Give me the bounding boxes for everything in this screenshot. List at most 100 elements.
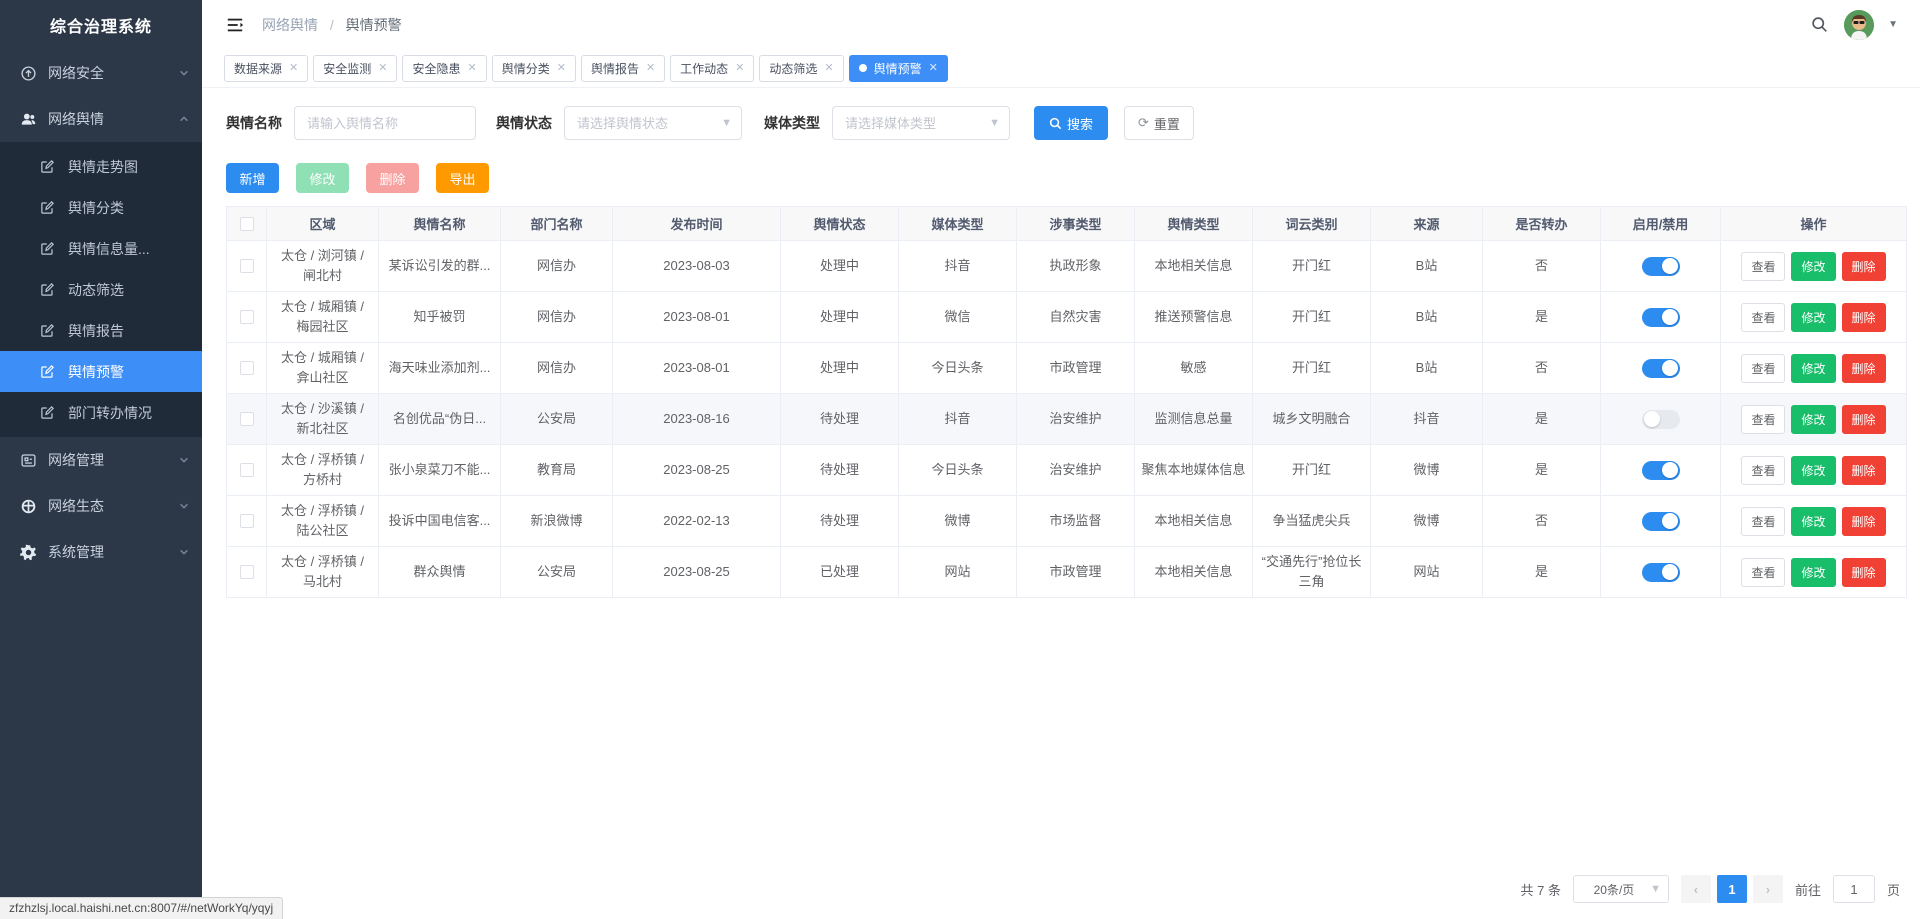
row-checkbox-cell <box>226 291 267 343</box>
tab-security-risk[interactable]: 安全隐患 ✕ <box>402 54 487 82</box>
pager: ‹ 1 › <box>1680 875 1783 903</box>
enable-toggle[interactable] <box>1641 256 1680 276</box>
row-edit-button[interactable]: 修改 <box>1791 455 1836 485</box>
tab-label: 舆情报告 <box>590 61 639 76</box>
breadcrumb-current: 舆情预警 <box>345 16 402 33</box>
reset-button[interactable]: ⟳ 重置 <box>1124 106 1194 140</box>
sidebar-subitem-label: 部门转办情况 <box>68 404 152 421</box>
view-button[interactable]: 查看 <box>1741 506 1786 536</box>
close-icon[interactable]: ✕ <box>735 62 744 74</box>
cell-media: 今日头条 <box>898 444 1017 496</box>
sidebar-item-network-manage[interactable]: 网络管理 <box>0 437 202 483</box>
row-checkbox[interactable] <box>239 514 254 529</box>
tab-yuqing-category[interactable]: 舆情分类 ✕ <box>491 54 576 82</box>
media-type-select[interactable] <box>832 106 1010 140</box>
view-button[interactable]: 查看 <box>1741 455 1786 485</box>
view-button[interactable]: 查看 <box>1741 404 1786 434</box>
row-checkbox[interactable] <box>239 463 254 478</box>
search-icon[interactable] <box>1808 14 1830 36</box>
select-all-checkbox[interactable] <box>239 217 254 232</box>
tab-yuqing-report[interactable]: 舆情报告 ✕ <box>580 54 666 82</box>
row-edit-button[interactable]: 修改 <box>1791 506 1836 536</box>
sidebar-subitem-yuqing-category[interactable]: 舆情分类 <box>0 187 202 228</box>
row-checkbox[interactable] <box>239 412 254 427</box>
search-button[interactable]: 搜索 <box>1034 106 1109 140</box>
close-icon[interactable]: ✕ <box>467 62 476 74</box>
view-button[interactable]: 查看 <box>1741 302 1786 332</box>
row-edit-button[interactable]: 修改 <box>1791 302 1836 332</box>
enable-toggle[interactable] <box>1641 307 1680 327</box>
cell-involved_type: 治安维护 <box>1016 393 1135 445</box>
close-icon[interactable]: ✕ <box>929 62 938 74</box>
row-delete-button[interactable]: 删除 <box>1841 302 1886 332</box>
tab-security-monitor[interactable]: 安全监测 ✕ <box>313 54 398 82</box>
tab-work-dynamic[interactable]: 工作动态 ✕ <box>670 54 755 82</box>
yuqing-status-select[interactable] <box>564 106 742 140</box>
cell-involved_type: 治安维护 <box>1016 444 1135 496</box>
media-type-label: 媒体类型 <box>764 115 820 131</box>
view-button[interactable]: 查看 <box>1741 557 1786 587</box>
sidebar-item-network-eco[interactable]: 网络生态 <box>0 483 202 529</box>
page-size-select[interactable]: 20条/页 <box>1572 875 1669 903</box>
cell-yuqing_type: 本地相关信息 <box>1134 495 1253 547</box>
delete-button[interactable]: 删除 <box>366 163 419 193</box>
page-number-1[interactable]: 1 <box>1716 875 1747 903</box>
sidebar-subitem-dynamic-filter[interactable]: 动态筛选 <box>0 269 202 310</box>
yuqing-name-input[interactable] <box>294 106 476 140</box>
row-checkbox[interactable] <box>239 361 254 376</box>
close-icon[interactable]: ✕ <box>557 62 566 74</box>
sidebar-item-network-yuqing[interactable]: 网络舆情 <box>0 96 202 142</box>
sidebar-subitem-yuqing-report[interactable]: 舆情报告 <box>0 310 202 351</box>
view-button[interactable]: 查看 <box>1741 353 1786 383</box>
row-delete-button[interactable]: 删除 <box>1841 455 1886 485</box>
sidebar-subitem-department-transfer[interactable]: 部门转办情况 <box>0 392 202 433</box>
view-button[interactable]: 查看 <box>1741 251 1786 281</box>
row-delete-button[interactable]: 删除 <box>1841 506 1886 536</box>
row-actions: 查看 修改 删除 <box>1727 302 1900 332</box>
prev-page-button[interactable]: ‹ <box>1680 875 1711 903</box>
add-button[interactable]: 新增 <box>226 163 279 193</box>
sidebar-item-system-manage[interactable]: 系统管理 <box>0 529 202 575</box>
row-delete-button[interactable]: 删除 <box>1841 404 1886 434</box>
close-icon[interactable]: ✕ <box>378 62 387 74</box>
cell-enabled <box>1600 342 1721 394</box>
close-icon[interactable]: ✕ <box>824 62 833 74</box>
tab-yuqing-warning[interactable]: 舆情预警 ✕ <box>848 54 948 82</box>
row-edit-button[interactable]: 修改 <box>1791 404 1836 434</box>
cell-wordcloud: 开门红 <box>1252 291 1371 343</box>
breadcrumb-parent[interactable]: 网络舆情 <box>262 17 318 33</box>
edit-button[interactable]: 修改 <box>296 163 349 193</box>
row-delete-button[interactable]: 删除 <box>1841 557 1886 587</box>
row-edit-button[interactable]: 修改 <box>1791 557 1836 587</box>
enable-toggle[interactable] <box>1641 358 1680 378</box>
sidebar-subitem-yuqing-warning[interactable]: 舆情预警 <box>0 351 202 392</box>
row-edit-button[interactable]: 修改 <box>1791 251 1836 281</box>
enable-toggle[interactable] <box>1641 409 1680 429</box>
tab-data-source[interactable]: 数据来源 ✕ <box>224 54 309 82</box>
row-checkbox[interactable] <box>239 310 254 325</box>
avatar[interactable] <box>1844 9 1875 40</box>
row-checkbox[interactable] <box>239 259 254 274</box>
enable-toggle[interactable] <box>1641 511 1680 531</box>
hamburger-menu-icon[interactable] <box>224 14 246 36</box>
row-checkbox-cell <box>226 444 267 496</box>
row-checkbox-cell <box>226 342 267 394</box>
enable-toggle[interactable] <box>1641 562 1680 582</box>
cell-media: 微博 <box>898 495 1017 547</box>
export-button[interactable]: 导出 <box>436 163 489 193</box>
sidebar-subitem-yuqing-trend[interactable]: 舆情走势图 <box>0 146 202 187</box>
row-checkbox[interactable] <box>239 565 254 580</box>
enable-toggle[interactable] <box>1641 460 1680 480</box>
cell-status: 处理中 <box>780 291 899 343</box>
tab-dynamic-filter[interactable]: 动态筛选 ✕ <box>759 54 844 82</box>
close-icon[interactable]: ✕ <box>646 62 655 74</box>
chevron-down-icon[interactable]: ▼ <box>1888 19 1898 30</box>
next-page-button[interactable]: › <box>1752 875 1783 903</box>
sidebar-subitem-yuqing-info-volume[interactable]: 舆情信息量... <box>0 228 202 269</box>
close-icon[interactable]: ✕ <box>289 62 298 74</box>
row-edit-button[interactable]: 修改 <box>1791 353 1836 383</box>
goto-page-input[interactable] <box>1832 875 1875 903</box>
row-delete-button[interactable]: 删除 <box>1841 353 1886 383</box>
sidebar-item-network-security[interactable]: 网络安全 <box>0 50 202 96</box>
row-delete-button[interactable]: 删除 <box>1841 251 1886 281</box>
